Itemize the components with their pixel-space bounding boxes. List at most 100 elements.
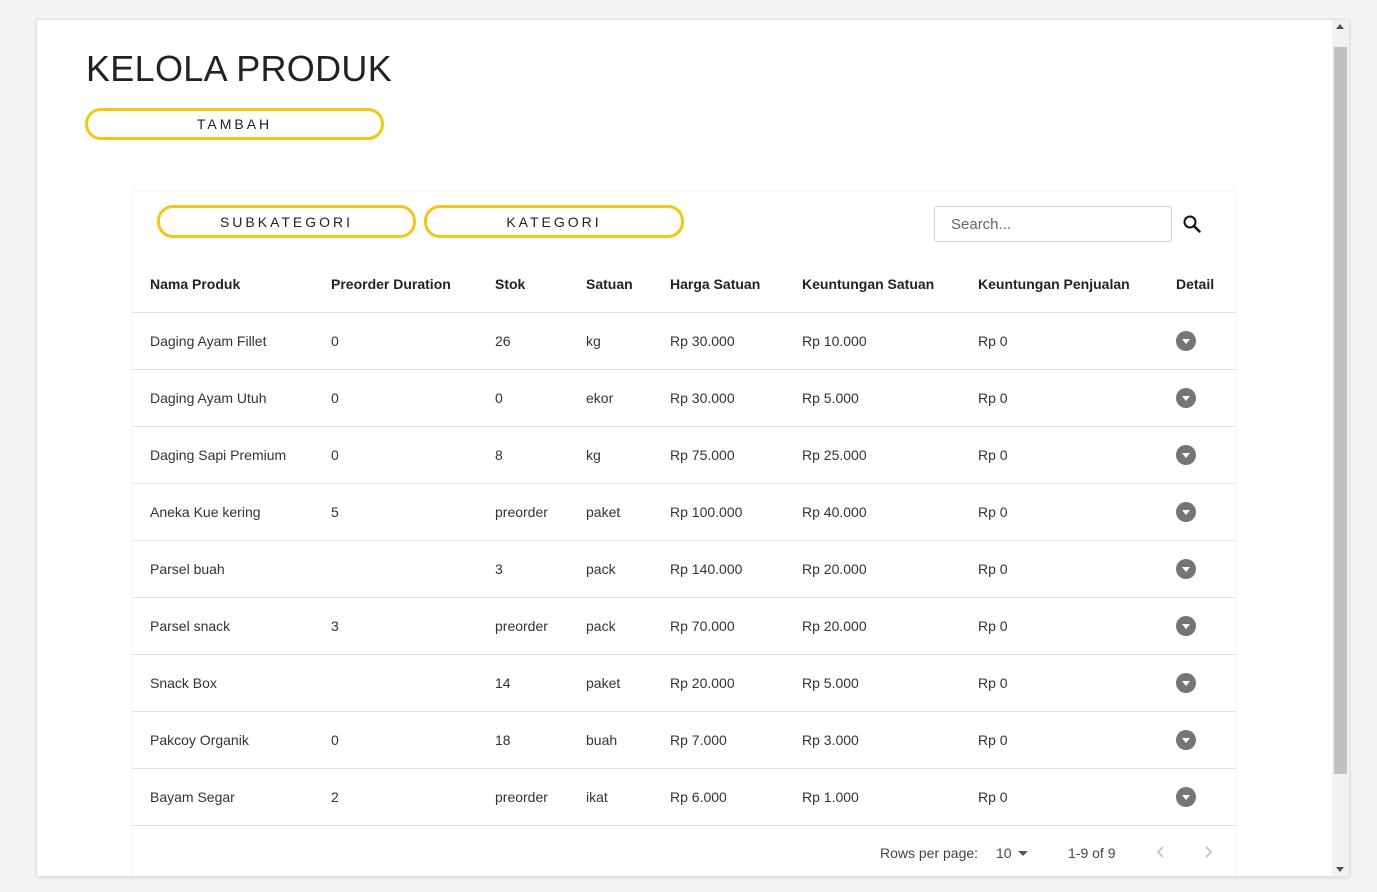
expand-detail-icon[interactable] [1176, 787, 1196, 807]
table-row: Daging Sapi Premium 0 8 kg Rp 75.000 Rp … [133, 426, 1235, 484]
cell-satuan: kg [586, 426, 670, 484]
column-header-nama-produk[interactable]: Nama Produk [133, 256, 331, 313]
column-header-preorder-duration[interactable]: Preorder Duration [331, 256, 495, 313]
cell-harga-satuan: Rp 20.000 [670, 654, 802, 712]
chevron-left-icon[interactable] [1151, 842, 1171, 862]
cell-satuan: paket [586, 654, 670, 712]
cell-detail [1176, 768, 1235, 826]
cell-stok: preorder [495, 483, 586, 541]
cell-preorder-duration: 3 [331, 597, 495, 655]
expand-detail-icon[interactable] [1176, 673, 1196, 693]
expand-detail-icon[interactable] [1176, 559, 1196, 579]
rows-per-page-select[interactable]: 10 [996, 845, 1012, 861]
column-header-detail: Detail [1176, 256, 1235, 313]
caret-down-icon[interactable] [1018, 851, 1028, 856]
cell-preorder-duration [331, 540, 495, 598]
cell-harga-satuan: Rp 75.000 [670, 426, 802, 484]
cell-nama-produk: Parsel snack [133, 597, 331, 655]
cell-detail [1176, 426, 1235, 484]
cell-preorder-duration: 0 [331, 711, 495, 769]
cell-preorder-duration: 0 [331, 369, 495, 427]
cell-keuntungan-penjualan: Rp 0 [978, 312, 1176, 370]
cell-stok: 0 [495, 369, 586, 427]
cell-nama-produk: Snack Box [133, 654, 331, 712]
cell-nama-produk: Parsel buah [133, 540, 331, 598]
table-row: Pakcoy Organik 0 18 buah Rp 7.000 Rp 3.0… [133, 711, 1235, 769]
scroll-thumb[interactable] [1334, 47, 1347, 774]
chevron-right-icon[interactable] [1198, 842, 1218, 862]
cell-satuan: buah [586, 711, 670, 769]
cell-nama-produk: Daging Ayam Utuh [133, 369, 331, 427]
search-input[interactable] [934, 206, 1172, 242]
cell-detail [1176, 540, 1235, 598]
cell-keuntungan-penjualan: Rp 0 [978, 426, 1176, 484]
cell-keuntungan-penjualan: Rp 0 [978, 369, 1176, 427]
cell-keuntungan-penjualan: Rp 0 [978, 768, 1176, 826]
cell-preorder-duration: 0 [331, 312, 495, 370]
table-header-row: Nama Produk Preorder Duration Stok Satua… [133, 256, 1235, 313]
cell-stok: 18 [495, 711, 586, 769]
cell-detail [1176, 312, 1235, 370]
expand-detail-icon[interactable] [1176, 502, 1196, 522]
column-header-keuntungan-satuan[interactable]: Keuntungan Satuan [802, 256, 978, 313]
cell-stok: preorder [495, 597, 586, 655]
cell-harga-satuan: Rp 30.000 [670, 369, 802, 427]
cell-preorder-duration: 2 [331, 768, 495, 826]
table-row: Bayam Segar 2 preorder ikat Rp 6.000 Rp … [133, 768, 1235, 826]
expand-detail-icon[interactable] [1176, 445, 1196, 465]
cell-satuan: kg [586, 312, 670, 370]
cell-stok: 26 [495, 312, 586, 370]
cell-detail [1176, 597, 1235, 655]
cell-satuan: pack [586, 597, 670, 655]
table-row: Parsel buah 3 pack Rp 140.000 Rp 20.000 … [133, 540, 1235, 598]
expand-detail-icon[interactable] [1176, 730, 1196, 750]
product-table: Nama Produk Preorder Duration Stok Satua… [133, 256, 1235, 826]
cell-keuntungan-satuan: Rp 5.000 [802, 369, 978, 427]
app-window: KELOLA PRODUK TAMBAH SUBKATEGORI KATEGOR… [36, 19, 1350, 877]
column-header-keuntungan-penjualan[interactable]: Keuntungan Penjualan [978, 256, 1176, 313]
subkategori-button[interactable]: SUBKATEGORI [157, 205, 416, 238]
cell-preorder-duration [331, 654, 495, 712]
column-header-harga-satuan[interactable]: Harga Satuan [670, 256, 802, 313]
cell-nama-produk: Bayam Segar [133, 768, 331, 826]
vertical-scrollbar[interactable] [1332, 20, 1349, 876]
cell-keuntungan-satuan: Rp 20.000 [802, 597, 978, 655]
cell-stok: 8 [495, 426, 586, 484]
pagination-range: 1-9 of 9 [1068, 845, 1116, 861]
cell-keuntungan-penjualan: Rp 0 [978, 483, 1176, 541]
kategori-button[interactable]: KATEGORI [424, 205, 684, 238]
cell-detail [1176, 654, 1235, 712]
cell-satuan: paket [586, 483, 670, 541]
table-row: Snack Box 14 paket Rp 20.000 Rp 5.000 Rp… [133, 654, 1235, 712]
cell-keuntungan-penjualan: Rp 0 [978, 654, 1176, 712]
cell-preorder-duration: 5 [331, 483, 495, 541]
add-product-button[interactable]: TAMBAH [85, 108, 384, 140]
scroll-down-icon[interactable] [1336, 867, 1344, 872]
cell-nama-produk: Aneka Kue kering [133, 483, 331, 541]
rows-per-page-label: Rows per page: [880, 845, 979, 861]
cell-keuntungan-satuan: Rp 10.000 [802, 312, 978, 370]
column-header-satuan[interactable]: Satuan [586, 256, 670, 313]
cell-keuntungan-satuan: Rp 3.000 [802, 711, 978, 769]
cell-keuntungan-satuan: Rp 20.000 [802, 540, 978, 598]
cell-stok: preorder [495, 768, 586, 826]
column-header-stok[interactable]: Stok [495, 256, 586, 313]
cell-keuntungan-satuan: Rp 5.000 [802, 654, 978, 712]
cell-keuntungan-satuan: Rp 25.000 [802, 426, 978, 484]
cell-nama-produk: Daging Sapi Premium [133, 426, 331, 484]
cell-satuan: ekor [586, 369, 670, 427]
table-row: Aneka Kue kering 5 preorder paket Rp 100… [133, 483, 1235, 541]
cell-detail [1176, 369, 1235, 427]
expand-detail-icon[interactable] [1176, 616, 1196, 636]
cell-keuntungan-penjualan: Rp 0 [978, 597, 1176, 655]
scroll-up-icon[interactable] [1336, 24, 1344, 29]
cell-stok: 3 [495, 540, 586, 598]
search-icon[interactable] [1180, 212, 1204, 236]
cell-harga-satuan: Rp 70.000 [670, 597, 802, 655]
cell-keuntungan-penjualan: Rp 0 [978, 711, 1176, 769]
product-table-card: SUBKATEGORI KATEGORI Nama Produk Preorde… [133, 192, 1235, 876]
expand-detail-icon[interactable] [1176, 331, 1196, 351]
expand-detail-icon[interactable] [1176, 388, 1196, 408]
cell-nama-produk: Daging Ayam Fillet [133, 312, 331, 370]
table-pagination: Rows per page: 10 1-9 of 9 [133, 826, 1235, 876]
